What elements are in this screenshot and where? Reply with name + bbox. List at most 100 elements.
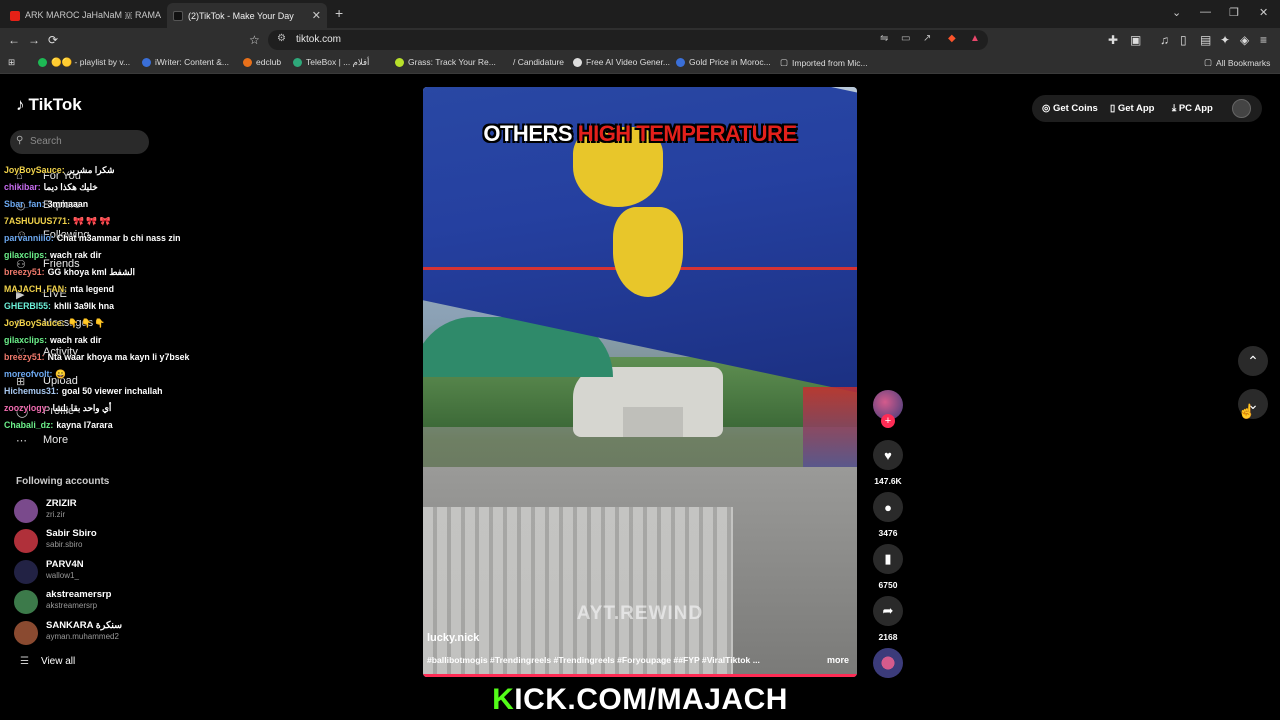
avatar xyxy=(14,621,38,645)
chat-message: zoozylogy: أي واحد بقا يلشا xyxy=(4,403,112,413)
browser-nav-bar: ← → ⟳ ☆ ⚙ tiktok.com ⇋ ▭ ↗ ◆ ▲ ✚ ▣ ♫ ▯ ▤… xyxy=(0,28,1280,52)
maximize-button[interactable]: ❐ xyxy=(1229,6,1239,19)
bookmark-item[interactable]: 🟡🟡 - playlist by v... xyxy=(38,57,130,68)
browser-tab-bar: ARK MAROC JaHaNaM 🇲 RAMA (2)TikTok - Mak… xyxy=(0,0,1280,28)
video-player[interactable]: OTHERS HIGH TEMPERATURE AYT.REWIND lucky… xyxy=(423,87,857,677)
chat-message: gilaxclips: wach rak dir xyxy=(4,335,102,345)
url-text[interactable]: tiktok.com xyxy=(296,34,341,45)
list-icon: ☰ xyxy=(20,656,29,667)
bookmark-item[interactable]: / Candidature xyxy=(500,57,564,67)
chat-message: Sbar_fan: 3mmaaan xyxy=(4,199,89,209)
extensions-icon[interactable]: ✚ xyxy=(1108,32,1118,48)
tiktok-logo[interactable]: ♪ TikTok xyxy=(16,95,82,115)
telebox-icon xyxy=(293,58,302,67)
grass-icon xyxy=(395,57,404,67)
screenshot-icon[interactable]: ▣ xyxy=(1130,32,1141,48)
leo-ai-icon[interactable]: ✦ xyxy=(1220,32,1230,48)
chat-message: JoyBoySauce: 👇 👇 👇 xyxy=(4,318,106,328)
view-all-button[interactable]: ☰ View all xyxy=(20,656,75,667)
tab-title: (2)TikTok - Make Your Day xyxy=(188,10,294,21)
follow-plus-icon[interactable]: + xyxy=(881,414,895,428)
music-disc-icon[interactable] xyxy=(873,648,903,678)
coin-icon: ◎ xyxy=(1042,103,1053,114)
share-arrow-icon: ➦ xyxy=(882,603,894,618)
address-bar[interactable]: ⚙ tiktok.com ⇋ ▭ ↗ ◆ ▲ xyxy=(268,30,988,50)
chat-message: chikibar: خليك هكذا ديما xyxy=(4,182,98,192)
menu-icon[interactable]: ≡ xyxy=(1260,32,1267,48)
save-button[interactable]: ▮ xyxy=(873,544,903,574)
chat-message: GHERBI55: khlli 3a9lk hna xyxy=(4,301,115,311)
bookmark-icon: ▮ xyxy=(884,551,892,566)
more-icon: ⋯ xyxy=(16,435,27,447)
previous-video-button[interactable]: ⌃ xyxy=(1238,346,1268,376)
folder-icon: ▢ xyxy=(780,57,789,67)
get-app-button[interactable]: ▯ Get App xyxy=(1110,103,1154,114)
candidature-icon xyxy=(500,58,509,67)
profile-avatar[interactable] xyxy=(1232,99,1251,118)
chat-message: gilaxclips: wach rak dir xyxy=(4,250,102,260)
spotify-icon xyxy=(38,58,47,67)
apps-grid-icon[interactable]: ⊞ xyxy=(8,57,15,68)
top-actions: ◎ Get Coins ▯ Get App ⤓ PC App xyxy=(1032,95,1262,122)
following-accounts-title: Following accounts xyxy=(16,476,110,487)
back-icon[interactable]: ← xyxy=(8,32,20,48)
chat-message: moreofvolt: 😀 xyxy=(4,369,67,379)
bookmark-star-icon[interactable]: ☆ xyxy=(249,32,260,48)
chat-message: JoyBoySauce: شكرا مشرير xyxy=(4,165,115,175)
media-icon[interactable]: ♫ xyxy=(1160,32,1169,48)
avatar xyxy=(14,590,38,614)
like-button[interactable]: ♥ xyxy=(873,440,903,470)
video-author[interactable]: lucky.nick xyxy=(427,632,479,644)
bookmark-item[interactable]: Free AI Video Gener... xyxy=(573,57,670,67)
more-button[interactable]: more xyxy=(827,655,849,665)
search-placeholder: Search xyxy=(30,136,62,147)
site-info-icon[interactable]: ⚙ xyxy=(277,33,286,44)
bookmark-item[interactable]: TeleBox | ... أفلام xyxy=(293,57,369,68)
iwriter-icon xyxy=(142,57,151,67)
sidebar-icon[interactable]: ▯ xyxy=(1180,32,1187,48)
tab-search-button[interactable]: ⌄ xyxy=(1172,6,1181,19)
brave-rewards-icon[interactable]: ▲ xyxy=(970,33,980,44)
minimize-button[interactable]: — xyxy=(1200,6,1211,18)
tab-title: ARK MAROC JaHaNaM 🇲 RAMA xyxy=(25,10,161,20)
bookmark-item[interactable]: Gold Price in Moroc... xyxy=(676,57,771,67)
save-count: 6750 xyxy=(878,580,898,590)
get-coins-button[interactable]: ◎ Get Coins xyxy=(1042,103,1098,114)
bookmark-item[interactable]: iWriter: Content &... xyxy=(142,57,229,67)
chat-message: MAJACH_FAN: nta legend xyxy=(4,284,115,294)
close-tab-icon[interactable]: ✕ xyxy=(312,9,321,22)
search-input[interactable]: ⚲ Search xyxy=(10,130,149,154)
bookmark-item[interactable]: Grass: Track Your Re... xyxy=(395,57,496,67)
close-window-button[interactable]: ✕ xyxy=(1259,6,1268,19)
bookmarks-bar: ⊞ 🟡🟡 - playlist by v... iWriter: Content… xyxy=(0,52,1280,74)
wallet-icon[interactable]: ▤ xyxy=(1200,32,1211,48)
stream-overlay-banner: KICK.COM/MAJACH xyxy=(492,683,788,716)
video-progress-bar[interactable] xyxy=(423,674,857,677)
comment-button[interactable]: ● xyxy=(873,492,903,522)
chat-message: breezy51: GG khoya kml الشفط xyxy=(4,267,135,277)
cast-icon[interactable]: ▭ xyxy=(901,33,910,44)
bookmark-folder[interactable]: ▢ Imported from Mic... xyxy=(780,57,868,68)
bookmark-item[interactable]: edclub xyxy=(243,57,281,67)
chat-message: parvanniiio: Chat m3ammar b chi nass zin xyxy=(4,233,181,243)
share-button[interactable]: ➦ xyxy=(873,596,903,626)
avatar xyxy=(14,499,38,523)
translate-icon[interactable]: ⇋ xyxy=(880,33,888,44)
video-crates xyxy=(423,507,733,677)
brave-shield-icon[interactable]: ◆ xyxy=(948,33,956,44)
vpn-icon[interactable]: ◈ xyxy=(1240,32,1249,48)
chat-message: breezy51: Nta waar khoya ma kayn li y7bse… xyxy=(4,352,190,362)
pc-app-button[interactable]: ⤓ PC App xyxy=(1172,103,1213,114)
browser-tab-active[interactable]: (2)TikTok - Make Your Day ✕ xyxy=(167,3,327,28)
gold-price-icon xyxy=(676,57,685,67)
tiktok-favicon-icon xyxy=(173,10,183,21)
chat-message: Chabali_dz: kayna l7arara xyxy=(4,420,113,430)
new-tab-button[interactable]: + xyxy=(335,5,343,21)
all-bookmarks[interactable]: ▢ All Bookmarks xyxy=(1204,57,1270,68)
forward-icon[interactable]: → xyxy=(28,32,40,48)
share-icon[interactable]: ↗ xyxy=(923,33,931,44)
phone-icon: ▯ xyxy=(1110,103,1118,114)
like-count: 147.6K xyxy=(874,476,902,486)
reload-icon[interactable]: ⟳ xyxy=(48,32,58,48)
browser-tab[interactable]: ARK MAROC JaHaNaM 🇲 RAMA xyxy=(4,3,164,28)
